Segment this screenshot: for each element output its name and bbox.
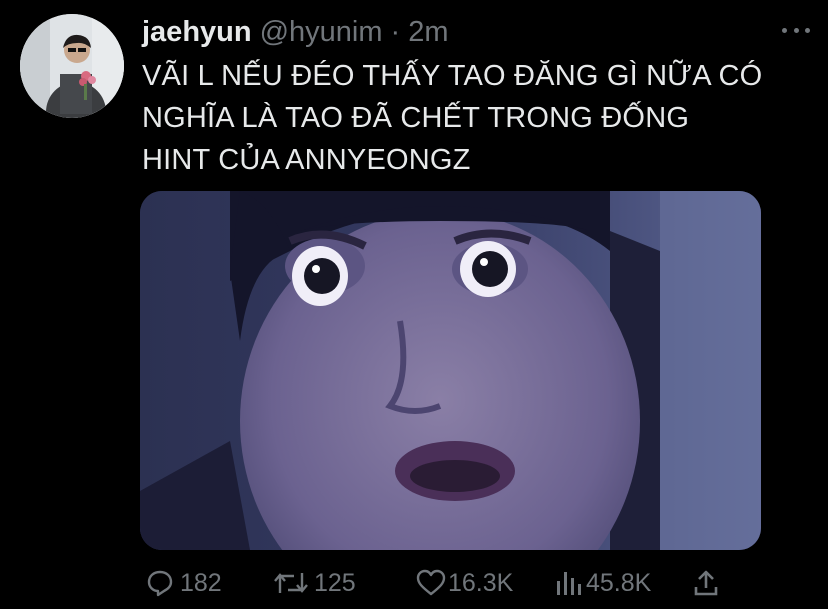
like-count: 16.3K [448,568,514,597]
avatar[interactable] [20,14,124,118]
display-name[interactable]: jaehyun [142,16,252,49]
share-icon [692,569,720,597]
timestamp[interactable]: 2m [408,16,448,49]
retweet-button[interactable]: 125 [274,563,356,603]
tweet-media-image[interactable] [140,191,761,550]
separator-dot: · [390,16,401,48]
retweet-count: 125 [314,568,356,597]
more-options-icon[interactable] [782,20,810,40]
reply-icon [146,569,174,597]
retweet-icon [274,569,308,597]
tweet-header: jaehyun @hyunim · 2m [142,16,449,50]
tweet-actions: 182 125 16.3K 45.8K [140,563,820,603]
tweet-text-line: HINT CỦA ANNYEONGZ [142,144,471,176]
tweet-text-line: NGHĨA LÀ TAO ĐÃ CHẾT TRONG ĐỐNG [142,102,690,134]
tweet-text-line: VÃI L NẾU ĐÉO THẤY TAO ĐĂNG GÌ NỮA CÓ [142,60,763,92]
views-count: 45.8K [586,568,652,597]
views-icon [554,569,584,597]
tweet-text: VÃI L NẾU ĐÉO THẤY TAO ĐĂNG GÌ NỮA CÓ NG… [142,55,812,181]
share-button[interactable] [692,563,720,603]
reply-button[interactable]: 182 [146,563,222,603]
user-handle[interactable]: @hyunim [260,16,383,49]
reply-count: 182 [180,568,222,597]
views-button[interactable]: 45.8K [554,563,651,603]
like-button[interactable]: 16.3K [416,563,513,603]
heart-icon [416,569,446,597]
